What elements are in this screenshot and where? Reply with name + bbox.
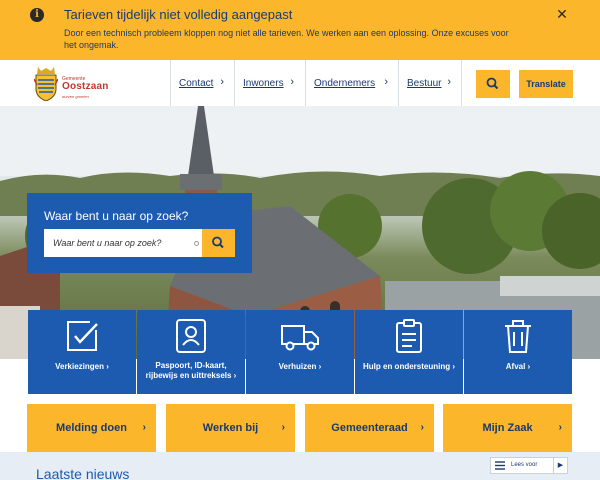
nav-item-inwoners[interactable]: Inwoners ›	[234, 60, 304, 106]
nav-item-label: Ondernemers	[314, 77, 376, 89]
quicklink-label: Werken bij	[202, 422, 259, 434]
site-header: Gemeente Oostzaan durven groeien Contact…	[0, 60, 600, 106]
quicklink-melding-doen[interactable]: Melding doen ›	[27, 404, 156, 452]
chevron-right-icon: ›	[558, 422, 562, 433]
search-submit-button[interactable]	[202, 229, 235, 257]
search-panel: Waar bent u naar op zoek?	[27, 193, 252, 273]
translate-button[interactable]: Translate	[519, 70, 573, 98]
logo-tagline: durven groeien	[62, 94, 89, 99]
nav-item-ondernemers[interactable]: Ondernemers ›	[305, 60, 398, 106]
search-input[interactable]	[44, 229, 202, 257]
clipboard-icon	[396, 319, 422, 353]
chevron-right-icon: ›	[420, 422, 424, 433]
menu-icon	[495, 461, 505, 470]
alert-message: Door een technisch probleem kloppen nog …	[64, 28, 509, 50]
play-icon[interactable]: ▶	[553, 458, 567, 473]
tile-afval[interactable]: Afval ›	[464, 310, 572, 394]
tile-label: Paspoort, ID-kaart, rijbewijs en uittrek…	[145, 361, 237, 380]
quicklink-label: Melding doen	[56, 422, 127, 434]
nav-item-label: Contact	[179, 77, 214, 89]
nav-item-bestuur[interactable]: Bestuur ›	[398, 60, 462, 106]
search-title: Waar bent u naar op zoek?	[44, 209, 189, 223]
alert-banner: i Tarieven tijdelijk niet volledig aange…	[0, 0, 600, 60]
header-search-button[interactable]	[476, 70, 510, 98]
coat-of-arms-icon	[34, 67, 58, 101]
trash-bin-icon	[505, 320, 531, 353]
quicklink-mijn-zaak[interactable]: Mijn Zaak ›	[443, 404, 572, 452]
close-icon[interactable]: ✕	[554, 6, 570, 22]
nav-item-contact[interactable]: Contact ›	[170, 60, 234, 106]
quicklink-label: Gemeenteraad	[331, 422, 408, 434]
news-section: Laatste nieuws Lees voor ▶	[0, 452, 600, 480]
quicklink-gemeenteraad[interactable]: Gemeenteraad ›	[305, 404, 434, 452]
logo-name: Oostzaan	[62, 81, 109, 92]
tile-label: Verkiezingen ›	[55, 362, 109, 371]
tile-label: Verhuizen ›	[278, 362, 322, 371]
nav-item-label: Inwoners	[243, 77, 284, 89]
readspeaker-widget[interactable]: Lees voor ▶	[490, 457, 568, 474]
tile-paspoort[interactable]: Paspoort, ID-kaart, rijbewijs en uittrek…	[137, 310, 245, 394]
news-heading: Laatste nieuws	[36, 466, 130, 480]
quicklink-label: Mijn Zaak	[482, 422, 533, 434]
truck-icon	[281, 325, 319, 351]
alert-title: Tarieven tijdelijk niet volledig aangepa…	[64, 7, 293, 22]
tile-label: Hulp en ondersteuning ›	[363, 362, 455, 371]
chevron-right-icon: ›	[447, 76, 451, 88]
tile-label: Afval ›	[505, 362, 531, 371]
search-icon	[212, 236, 224, 249]
tile-hulp[interactable]: Hulp en ondersteuning ›	[355, 310, 463, 394]
search-icon	[486, 77, 499, 90]
info-icon: i	[30, 8, 44, 22]
chevron-right-icon: ›	[220, 76, 224, 88]
id-card-icon	[176, 319, 206, 353]
tile-verkiezingen[interactable]: Verkiezingen ›	[28, 310, 136, 394]
chevron-right-icon: ›	[281, 422, 285, 433]
chevron-right-icon: ›	[384, 76, 388, 88]
quicklink-werken-bij[interactable]: Werken bij ›	[166, 404, 295, 452]
ballot-check-icon	[67, 321, 98, 351]
gemeente-logo[interactable]: Gemeente Oostzaan durven groeien	[34, 65, 114, 105]
chevron-right-icon: ›	[290, 76, 294, 88]
chevron-right-icon: ›	[142, 422, 146, 433]
tile-verhuizen[interactable]: Verhuizen ›	[246, 310, 354, 394]
nav-item-label: Bestuur	[407, 77, 442, 89]
readspeaker-label: Lees voor	[511, 462, 538, 468]
input-indicator-icon	[194, 241, 199, 246]
